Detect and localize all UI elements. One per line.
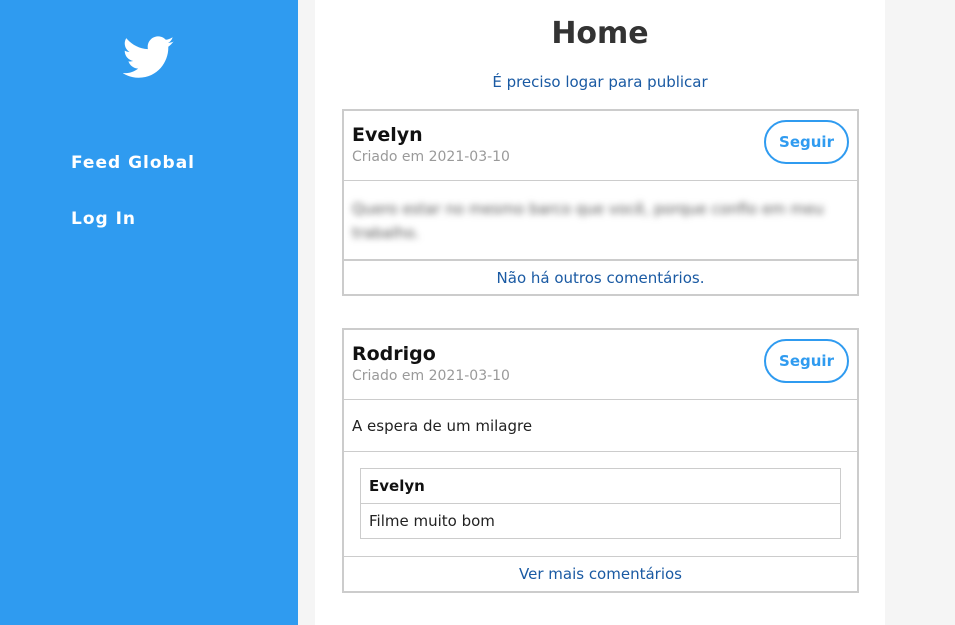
post-header: Evelyn Criado em 2021-03-10 Seguir xyxy=(344,111,857,181)
no-more-comments-link[interactable]: Não há outros comentários. xyxy=(344,259,857,294)
comment-item: Evelyn Filme muito bom xyxy=(360,468,841,539)
nav-log-in[interactable]: Log In xyxy=(71,209,136,229)
twitter-bird-icon[interactable] xyxy=(123,36,175,80)
post-header: Rodrigo Criado em 2021-03-10 Seguir xyxy=(344,330,857,400)
post-author: Evelyn xyxy=(352,124,423,146)
post-card: Rodrigo Criado em 2021-03-10 Seguir A es… xyxy=(342,328,859,593)
follow-button[interactable]: Seguir xyxy=(764,339,849,383)
comment-author: Evelyn xyxy=(361,469,840,504)
post-text: Quero estar no mesmo barco que você, por… xyxy=(352,200,824,242)
nav-feed-global[interactable]: Feed Global xyxy=(71,153,195,173)
post-created-date: Criado em 2021-03-10 xyxy=(352,149,510,165)
post-created-date: Criado em 2021-03-10 xyxy=(352,368,510,384)
main-content: Home É preciso logar para publicar Evely… xyxy=(315,0,885,625)
login-notice-link[interactable]: É preciso logar para publicar xyxy=(315,73,885,91)
sidebar: Feed Global Log In xyxy=(0,0,298,625)
follow-button[interactable]: Seguir xyxy=(764,120,849,164)
post-author: Rodrigo xyxy=(352,343,436,365)
comments-list: Evelyn Filme muito bom xyxy=(344,452,857,556)
see-more-comments-link[interactable]: Ver mais comentários xyxy=(344,556,857,590)
comment-text: Filme muito bom xyxy=(369,512,495,530)
post-card: Evelyn Criado em 2021-03-10 Seguir Quero… xyxy=(342,109,859,296)
page-title: Home xyxy=(551,16,649,51)
post-text: A espera de um milagre xyxy=(344,400,857,452)
